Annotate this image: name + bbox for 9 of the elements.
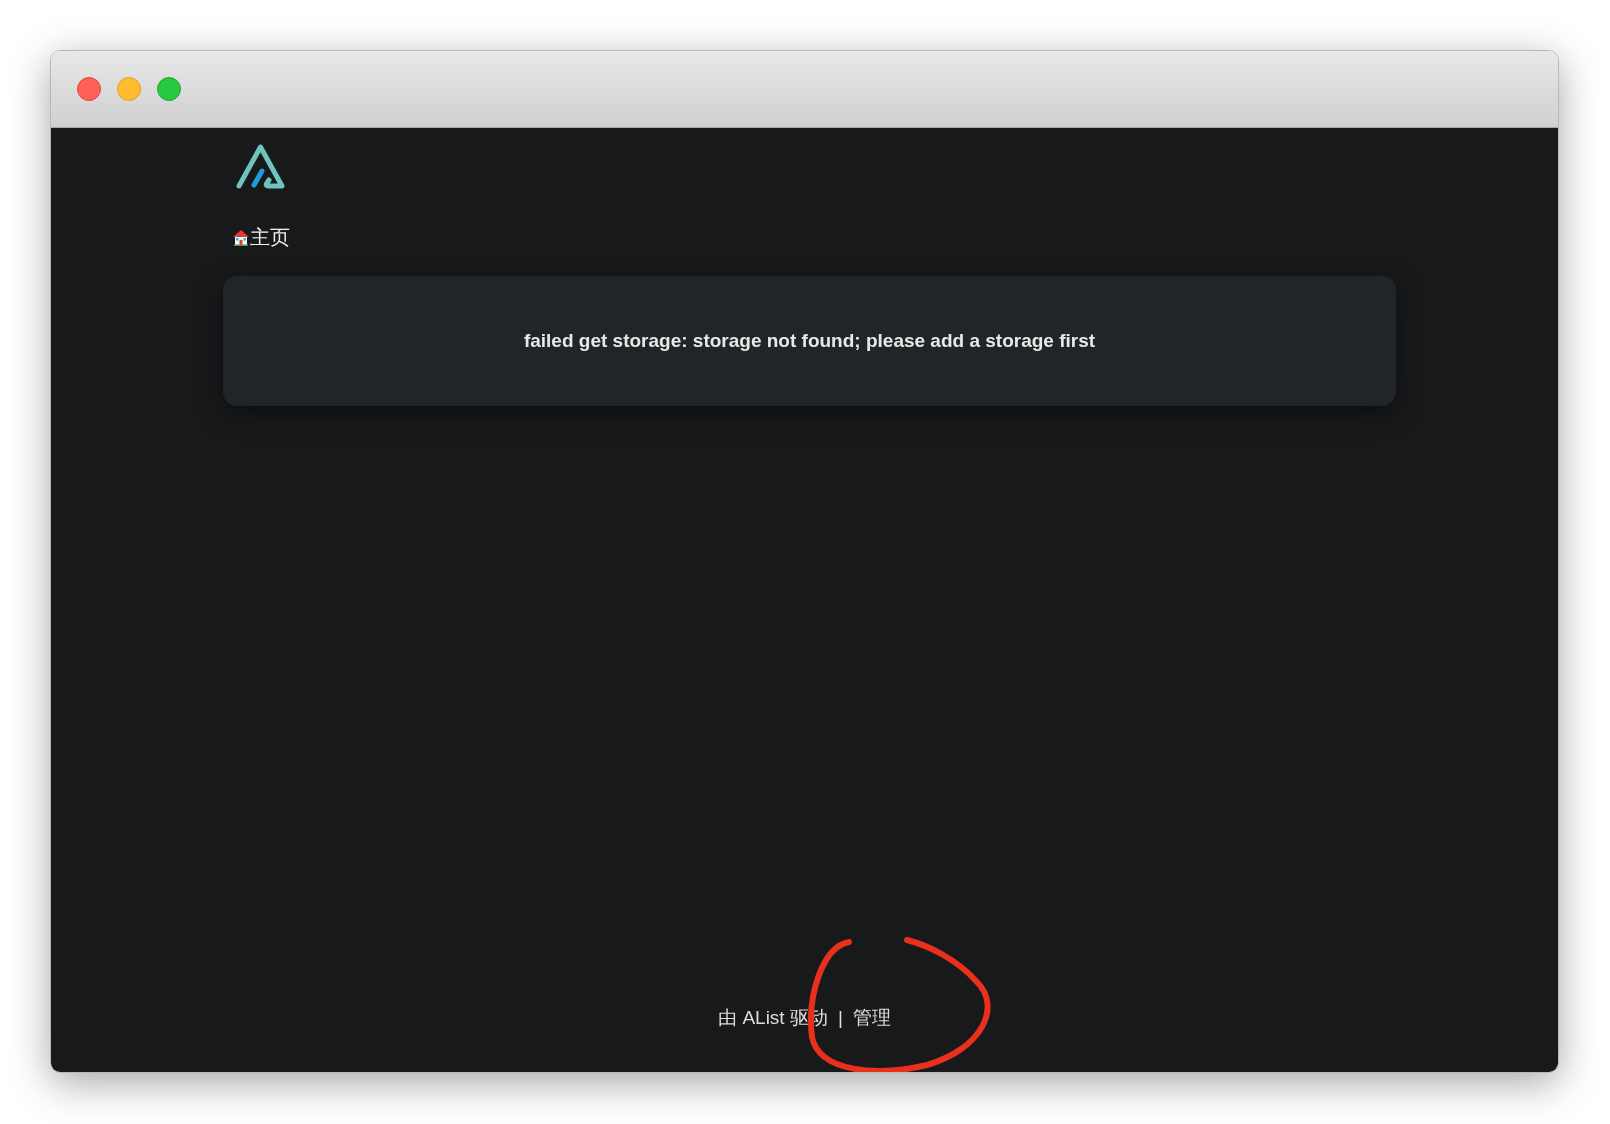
error-message: failed get storage: storage not found; please add a storage first [523,328,1096,353]
minimize-button[interactable] [117,77,141,101]
close-button[interactable] [77,77,101,101]
separator: | [837,1005,843,1030]
logo-icon[interactable] [235,143,286,189]
maximize-button[interactable] [157,77,181,101]
house-icon [232,228,250,246]
admin-link[interactable]: 管理 [852,1003,891,1032]
breadcrumb-home-link[interactable]: 主页 [250,227,290,247]
